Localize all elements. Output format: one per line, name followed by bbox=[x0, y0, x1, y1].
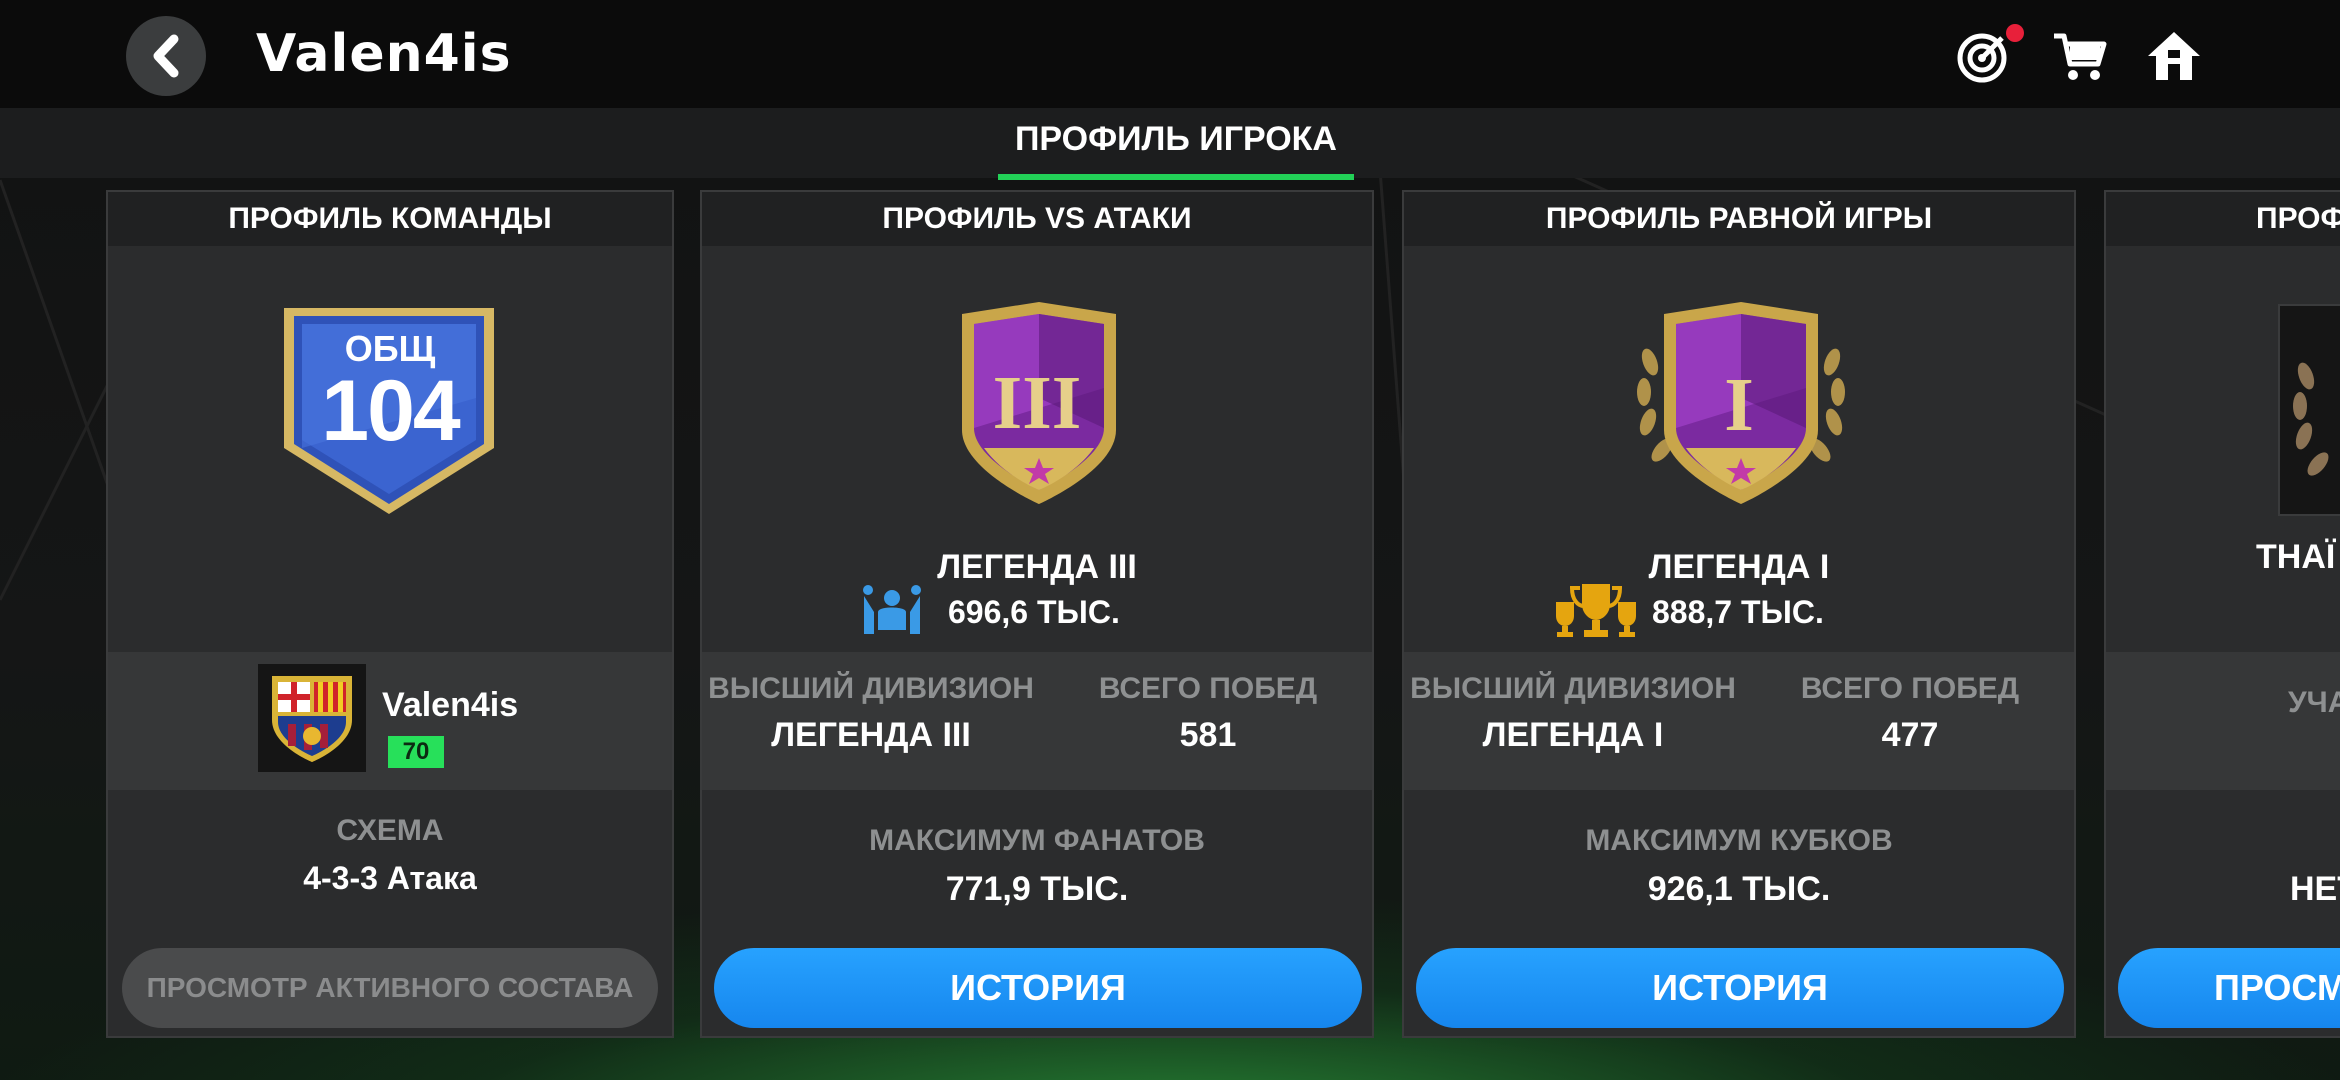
ovr-value: 104 bbox=[321, 363, 461, 459]
cart-icon[interactable] bbox=[2050, 26, 2110, 86]
player-name-title: Valen4is bbox=[256, 24, 512, 84]
max-fans-label: МАКСИМУМ ФАНАТОВ bbox=[869, 824, 1205, 857]
total-wins-value: 581 bbox=[1179, 716, 1237, 754]
best-division-label: ВЫСШИЙ ДИВИЗИОН bbox=[1410, 672, 1736, 705]
view-active-squad-button[interactable]: ПРОСМОТР АКТИВНОГО СОСТАВА bbox=[122, 948, 658, 1028]
division-stats-row: ВЫСШИЙ ДИВИЗИОН ЛЕГЕНДА III ВСЕГО ПОБЕД … bbox=[702, 652, 1372, 790]
max-fans-value: 771,9 ТЫС. bbox=[945, 870, 1129, 908]
fans-points: 696,6 ТЫС. bbox=[948, 594, 1120, 630]
club-level-badge: 70 bbox=[388, 736, 444, 768]
vs-attack-profile-card: ПРОФИЛЬ VS АТАКИ III ЛЕГЕНДА III 696,6 Т… bbox=[700, 190, 1374, 1038]
laurel-icon bbox=[2293, 362, 2329, 476]
club-name: Valen4is bbox=[382, 686, 519, 724]
trophies-points: 888,7 ТЫС. bbox=[1652, 594, 1824, 630]
back-button[interactable] bbox=[126, 16, 206, 96]
team-card-title: ПРОФИЛЬ КОМАНДЫ bbox=[108, 192, 672, 246]
tab-player-profile[interactable]: ПРОФИЛЬ ИГРОКА bbox=[998, 120, 1354, 178]
trophies-icon bbox=[1556, 584, 1636, 637]
tab-active-indicator bbox=[998, 174, 1354, 180]
total-wins-value: 477 bbox=[1881, 716, 1939, 754]
h2h-profile-card: ПРОФИЛЬ РАВНОЙ ИГРЫ I ЛЕГЕНДА I 888,7 ТЫ… bbox=[1402, 190, 2076, 1038]
partial-card-clip: ПРОФ THAÏ УЧА НЕТ ПРОСМ bbox=[2104, 190, 2340, 1038]
best-division-label: ВЫСШИЙ ДИВИЗИОН bbox=[708, 672, 1034, 705]
partial-card-name: THAÏ bbox=[2256, 538, 2336, 576]
rank-name: ЛЕГЕНДА III bbox=[937, 548, 1137, 586]
fcb-crest-icon bbox=[272, 676, 352, 762]
rank-numeral: III bbox=[992, 361, 1082, 445]
club-logo bbox=[258, 664, 366, 772]
club-row: Valen4is 70 bbox=[108, 652, 672, 790]
partial-card-button[interactable]: ПРОСМ bbox=[2118, 948, 2340, 1028]
history-button[interactable]: ИСТОРИЯ bbox=[1416, 948, 2064, 1028]
rank-numeral: I bbox=[1724, 363, 1754, 447]
fans-icon bbox=[863, 585, 921, 634]
best-division-value: ЛЕГЕНДА III bbox=[771, 716, 971, 754]
vs-attack-card-title: ПРОФИЛЬ VS АТАКИ bbox=[702, 192, 1372, 246]
top-bar: Valen4is bbox=[0, 0, 2340, 108]
tab-bar: ПРОФИЛЬ ИГРОКА bbox=[0, 108, 2340, 180]
division-stats-row: ВЫСШИЙ ДИВИЗИОН ЛЕГЕНДА I ВСЕГО ПОБЕД 47… bbox=[1404, 652, 2074, 790]
partial-card-value: НЕТ bbox=[2290, 870, 2340, 908]
partial-card-label: УЧА bbox=[2288, 686, 2340, 719]
partial-card-image bbox=[2278, 304, 2340, 516]
max-trophies-value: 926,1 ТЫС. bbox=[1647, 870, 1831, 908]
total-wins-label: ВСЕГО ПОБЕД bbox=[1800, 672, 2020, 705]
notification-dot bbox=[2006, 24, 2024, 42]
formation-label: СХЕМА bbox=[336, 814, 444, 847]
history-button[interactable]: ИСТОРИЯ bbox=[714, 948, 1362, 1028]
formation-value: 4-3-3 Атака bbox=[303, 860, 477, 896]
partial-profile-card: ПРОФ THAÏ УЧА НЕТ ПРОСМ bbox=[2104, 190, 2340, 1038]
best-division-value: ЛЕГЕНДА I bbox=[1482, 716, 1664, 754]
rank-name: ЛЕГЕНДА I bbox=[1648, 548, 1830, 586]
partial-card-title: ПРОФ bbox=[2256, 202, 2340, 235]
back-icon bbox=[153, 34, 179, 78]
h2h-card-title: ПРОФИЛЬ РАВНОЙ ИГРЫ bbox=[1404, 192, 2074, 246]
team-profile-card: ПРОФИЛЬ КОМАНДЫ ОБЩ 104 Valen4is 70 СХЕМ… bbox=[106, 190, 674, 1038]
total-wins-label: ВСЕГО ПОБЕД bbox=[1098, 672, 1318, 705]
max-trophies-label: МАКСИМУМ КУБКОВ bbox=[1585, 824, 1893, 857]
target-icon[interactable] bbox=[1954, 26, 2014, 86]
home-icon[interactable] bbox=[2144, 26, 2204, 86]
